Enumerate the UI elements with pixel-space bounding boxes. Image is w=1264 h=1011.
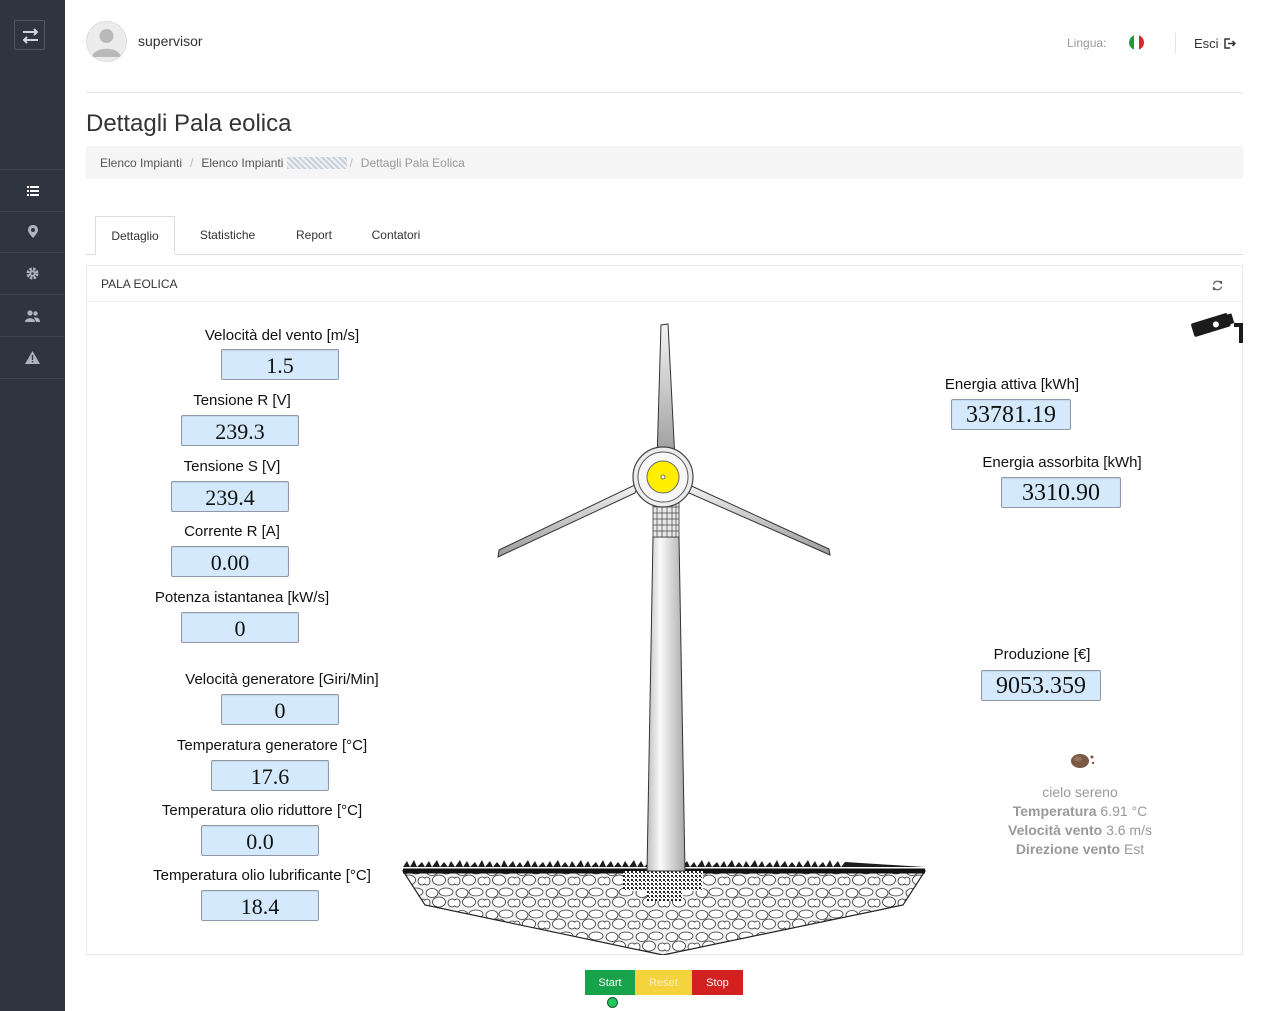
breadcrumb-item-impianti-detail[interactable]: Elenco Impianti <box>201 156 283 170</box>
reading-value-absorbed-energy: 3310.90 <box>1001 477 1121 508</box>
panel-header: PALA EOLICA <box>87 266 1242 302</box>
weather-temperature-label: Temperatura <box>1012 803 1097 819</box>
tab-bar: Dettaglio Statistiche Report Contatori <box>86 216 1243 255</box>
reading-label-gearbox-oil-temp: Temperatura olio riduttore [°C] <box>161 802 363 819</box>
reading-value-lube-oil-temp: 18.4 <box>201 890 319 921</box>
warning-icon <box>25 351 40 364</box>
avatar[interactable] <box>86 21 127 62</box>
panel-title: PALA EOLICA <box>101 277 178 291</box>
sidebar-item-settings[interactable] <box>0 253 65 295</box>
breadcrumb-item-impianti[interactable]: Elenco Impianti <box>100 156 182 170</box>
redacted-text <box>287 156 348 169</box>
reset-button[interactable]: Reset <box>635 970 692 995</box>
reading-value-generator-speed: 0 <box>221 694 339 725</box>
breadcrumb-separator: / <box>190 155 194 170</box>
breadcrumb-item-current: Dettagli Pala Eolica <box>360 155 465 170</box>
stop-button[interactable]: Stop <box>692 970 743 995</box>
gear-icon <box>26 267 39 280</box>
weather-wind-speed-value: 3.6 m/s <box>1106 822 1152 838</box>
weather-wind-speed: Velocità vento 3.6 m/s <box>980 822 1180 838</box>
weather-condition: cielo sereno <box>1042 784 1118 800</box>
reading-label-production: Produzione [€] <box>993 646 1091 663</box>
reading-value-generator-temp: 17.6 <box>211 760 329 791</box>
security-camera-icon[interactable] <box>1188 307 1244 345</box>
start-button[interactable]: Start <box>585 970 635 995</box>
reading-label-wind-speed: Velocità del vento [m/s] <box>204 327 360 344</box>
swap-arrows-icon <box>22 28 39 44</box>
reading-label-absorbed-energy: Energia assorbita [kWh] <box>982 454 1142 471</box>
sidebar-item-map[interactable] <box>0 211 65 253</box>
italian-flag-icon[interactable] <box>1129 35 1144 50</box>
weather-icon <box>1071 754 1095 768</box>
reading-value-gearbox-oil-temp: 0.0 <box>201 825 319 856</box>
logout-link[interactable]: Esci <box>1194 36 1236 51</box>
reading-value-production: 9053.359 <box>981 670 1101 701</box>
page-title: Dettagli Pala eolica <box>86 110 292 137</box>
username[interactable]: supervisor <box>138 33 203 49</box>
map-marker-icon <box>27 225 38 238</box>
wind-turbine-illustration <box>401 323 927 955</box>
weather-temperature: Temperatura 6.91 °C <box>980 803 1180 819</box>
tab-statistiche[interactable]: Statistiche <box>185 216 270 254</box>
sidebar-item-list[interactable] <box>0 169 65 212</box>
reading-label-lube-oil-temp: Temperatura olio lubrificante [°C] <box>153 867 371 884</box>
refresh-icon[interactable] <box>1212 280 1223 291</box>
sidebar-item-alerts[interactable] <box>0 337 65 379</box>
sidebar-toggle-button[interactable] <box>14 20 45 50</box>
weather-wind-direction-value: Est <box>1123 841 1145 857</box>
weather-wind-direction: Direzione vento Est <box>980 841 1180 857</box>
reading-value-wind-speed: 1.5 <box>221 349 339 380</box>
list-icon <box>26 185 39 196</box>
reading-label-instant-power: Potenza istantanea [kW/s] <box>154 589 330 606</box>
breadcrumb: Elenco Impianti / Elenco Impianti / Dett… <box>86 146 1243 179</box>
reading-value-current-r: 0.00 <box>171 546 289 577</box>
reading-value-voltage-r: 239.3 <box>181 415 299 446</box>
status-led <box>607 997 618 1008</box>
tab-dettaglio[interactable]: Dettaglio <box>95 216 175 255</box>
reading-value-voltage-s: 239.4 <box>171 481 289 512</box>
reading-label-voltage-r: Tensione R [V] <box>193 392 291 409</box>
sidebar <box>0 0 65 1011</box>
reading-label-voltage-s: Tensione S [V] <box>183 458 281 475</box>
sidebar-item-users[interactable] <box>0 295 65 337</box>
header-separator <box>86 92 1243 93</box>
user-avatar-icon <box>86 21 127 62</box>
weather-wind-speed-label: Velocità vento <box>1008 822 1103 838</box>
users-icon <box>25 309 40 322</box>
weather-temperature-value: 6.91 °C <box>1100 803 1148 819</box>
weather-wind-direction-label: Direzione vento <box>1015 841 1121 857</box>
breadcrumb-separator: / <box>349 155 353 170</box>
language-label: Lingua: <box>1067 36 1107 50</box>
reading-value-instant-power: 0 <box>181 612 299 643</box>
header-divider <box>1175 33 1176 53</box>
reading-value-active-energy: 33781.19 <box>951 399 1071 430</box>
tab-report[interactable]: Report <box>280 216 348 254</box>
reading-label-generator-speed: Velocità generatore [Giri/Min] <box>185 671 379 688</box>
tab-contatori[interactable]: Contatori <box>358 216 434 254</box>
reading-label-generator-temp: Temperatura generatore [°C] <box>176 737 368 754</box>
reading-label-current-r: Corrente R [A] <box>184 523 280 540</box>
sign-out-icon <box>1223 38 1236 49</box>
logout-label: Esci <box>1194 36 1219 51</box>
